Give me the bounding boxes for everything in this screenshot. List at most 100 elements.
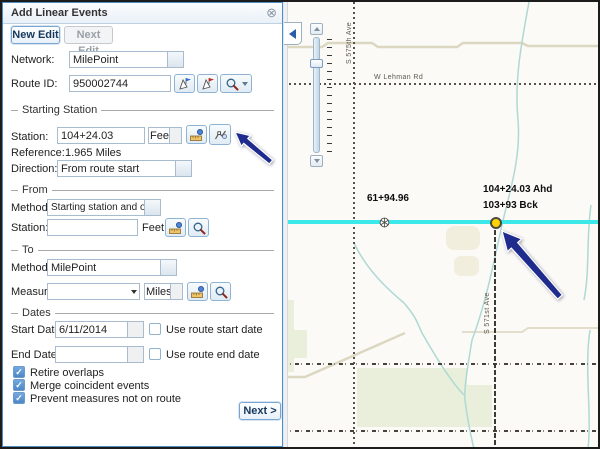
from-method-dropdown-icon[interactable] <box>144 200 160 215</box>
end-date-label: End Date: <box>11 349 60 361</box>
collapse-panel-tab[interactable] <box>284 22 302 45</box>
from-section-label: From <box>22 184 48 196</box>
zoom-out-button[interactable] <box>310 155 323 167</box>
close-icon[interactable]: ⊗ <box>266 5 277 21</box>
retire-overlaps-checkbox[interactable]: ✓ <box>13 366 25 378</box>
collapse-arrow-icon <box>289 29 296 39</box>
retire-overlaps-label: Retire overlaps <box>30 367 104 379</box>
magnifier-icon <box>192 221 206 235</box>
search-options-dropdown-icon <box>242 82 248 86</box>
direction-value: From route start <box>58 161 175 176</box>
start-date-value: 6/11/2014 <box>56 322 127 337</box>
to-method-dropdown-icon[interactable] <box>160 260 176 275</box>
reference-label: Reference: <box>11 147 65 159</box>
next-edit-button[interactable]: Next Edit <box>64 26 113 44</box>
network-select[interactable]: MilePoint <box>69 51 184 68</box>
station-unit-dropdown-icon <box>169 128 181 143</box>
reference-marker-icon <box>379 217 390 228</box>
station-label: Station: <box>11 131 48 143</box>
measure-station-button[interactable] <box>186 125 207 144</box>
route-id-input[interactable]: 950002744 <box>69 75 171 92</box>
station-unit-value: Feet <box>149 128 169 143</box>
panel-header: Add Linear Events ⊗ <box>3 3 282 24</box>
select-route-on-map-button[interactable] <box>174 74 195 93</box>
from-method-value: Starting station and offset <box>48 200 144 215</box>
starting-station-section-header: Starting Station <box>11 104 274 116</box>
from-method-label: Method: <box>11 202 51 214</box>
use-route-start-date-label: Use route start date <box>166 324 263 336</box>
to-search-button[interactable] <box>210 282 231 301</box>
start-date-select[interactable]: 6/11/2014 <box>55 321 144 338</box>
map-edge-strip <box>284 2 288 447</box>
measure-unit-select[interactable]: Miles <box>144 283 183 300</box>
station-input[interactable]: 104+24.03 <box>57 127 145 144</box>
measure-input[interactable] <box>47 283 140 300</box>
use-route-end-date-checkbox[interactable] <box>149 348 161 360</box>
measure-tool-icon <box>190 285 205 299</box>
use-route-end-date-label: Use route end date <box>166 349 260 361</box>
dates-section-label: Dates <box>22 307 51 319</box>
cursor-red-flag-icon <box>200 76 215 91</box>
measure-dropdown-icon[interactable] <box>131 290 137 294</box>
station-unit-select[interactable]: Feet <box>148 127 182 144</box>
zoom-slider-handle[interactable] <box>310 59 323 68</box>
from-measure-button[interactable] <box>165 218 186 237</box>
reference-value: 1.965 Miles <box>65 147 121 159</box>
road-label-w-lehman: W Lehman Rd <box>374 74 423 81</box>
from-station-input[interactable] <box>47 219 138 236</box>
to-measure-button[interactable] <box>187 282 208 301</box>
route-search-split-button[interactable] <box>220 74 252 93</box>
from-search-button[interactable] <box>188 218 209 237</box>
merge-coincident-events-label: Merge coincident events <box>30 380 149 392</box>
starting-station-section-label: Starting Station <box>22 104 97 116</box>
network-label: Network: <box>11 54 54 66</box>
new-edit-button[interactable]: New Edit <box>11 26 60 44</box>
network-dropdown-icon[interactable] <box>167 52 183 67</box>
road-s-571st <box>494 223 496 447</box>
station-label-ahead: 104+24.03 Ahd <box>483 184 552 195</box>
to-method-value: MilePoint <box>48 260 160 275</box>
road-label-s-575th: S 575th Ave <box>346 6 353 64</box>
merge-coincident-events-checkbox[interactable]: ✓ <box>13 379 25 391</box>
end-date-dropdown-icon <box>127 347 143 362</box>
direction-label: Direction: <box>11 163 57 175</box>
next-button[interactable]: Next > <box>239 402 281 420</box>
cursor-blue-flag-icon <box>177 76 192 91</box>
from-station-unit: Feet <box>142 222 164 234</box>
use-route-start-date-checkbox[interactable] <box>149 323 161 335</box>
start-date-dropdown-icon <box>127 322 143 337</box>
zoom-in-button[interactable] <box>310 23 323 35</box>
end-date-value <box>56 347 127 362</box>
direction-select[interactable]: From route start <box>57 160 192 177</box>
app-window: Add Linear Events ⊗ New Edit Next Edit N… <box>0 0 600 449</box>
pick-station-on-map-button[interactable] <box>209 124 231 145</box>
prevent-measures-label: Prevent measures not on route <box>30 393 181 405</box>
to-section-header: To <box>11 244 274 256</box>
measure-tool-icon <box>168 221 183 235</box>
map-canvas[interactable]: W Lehman Rd S 575th Ave S 571st Ave 61+9… <box>284 2 600 447</box>
to-method-select[interactable]: MilePoint <box>47 259 177 276</box>
road-s-575th <box>353 2 355 447</box>
highlighted-route-line <box>284 220 600 224</box>
route-id-label: Route ID: <box>11 78 57 90</box>
direction-dropdown-icon[interactable] <box>175 161 191 176</box>
magnifier-icon <box>214 285 228 299</box>
route-node-icon <box>213 127 228 142</box>
to-method-label: Method: <box>11 262 51 274</box>
from-station-label: Station: <box>11 222 48 234</box>
callout-arrow-panel <box>232 129 276 169</box>
magnifier-icon <box>225 77 239 91</box>
zoom-slider-track[interactable] <box>313 37 320 153</box>
dates-section-header: Dates <box>11 307 274 319</box>
prevent-measures-checkbox[interactable]: ✓ <box>13 392 25 404</box>
measure-tool-icon <box>189 128 204 142</box>
station-label-left: 61+94.96 <box>367 193 409 204</box>
zoom-slider-ticks <box>327 39 332 152</box>
from-section-header: From <box>11 184 274 196</box>
to-section-label: To <box>22 244 34 256</box>
add-linear-events-panel: Add Linear Events ⊗ New Edit Next Edit N… <box>2 2 283 447</box>
measure-unit-value: Miles <box>145 284 170 299</box>
end-date-select[interactable] <box>55 346 144 363</box>
from-method-select[interactable]: Starting station and offset <box>47 199 161 216</box>
clear-route-selection-button[interactable] <box>197 74 218 93</box>
